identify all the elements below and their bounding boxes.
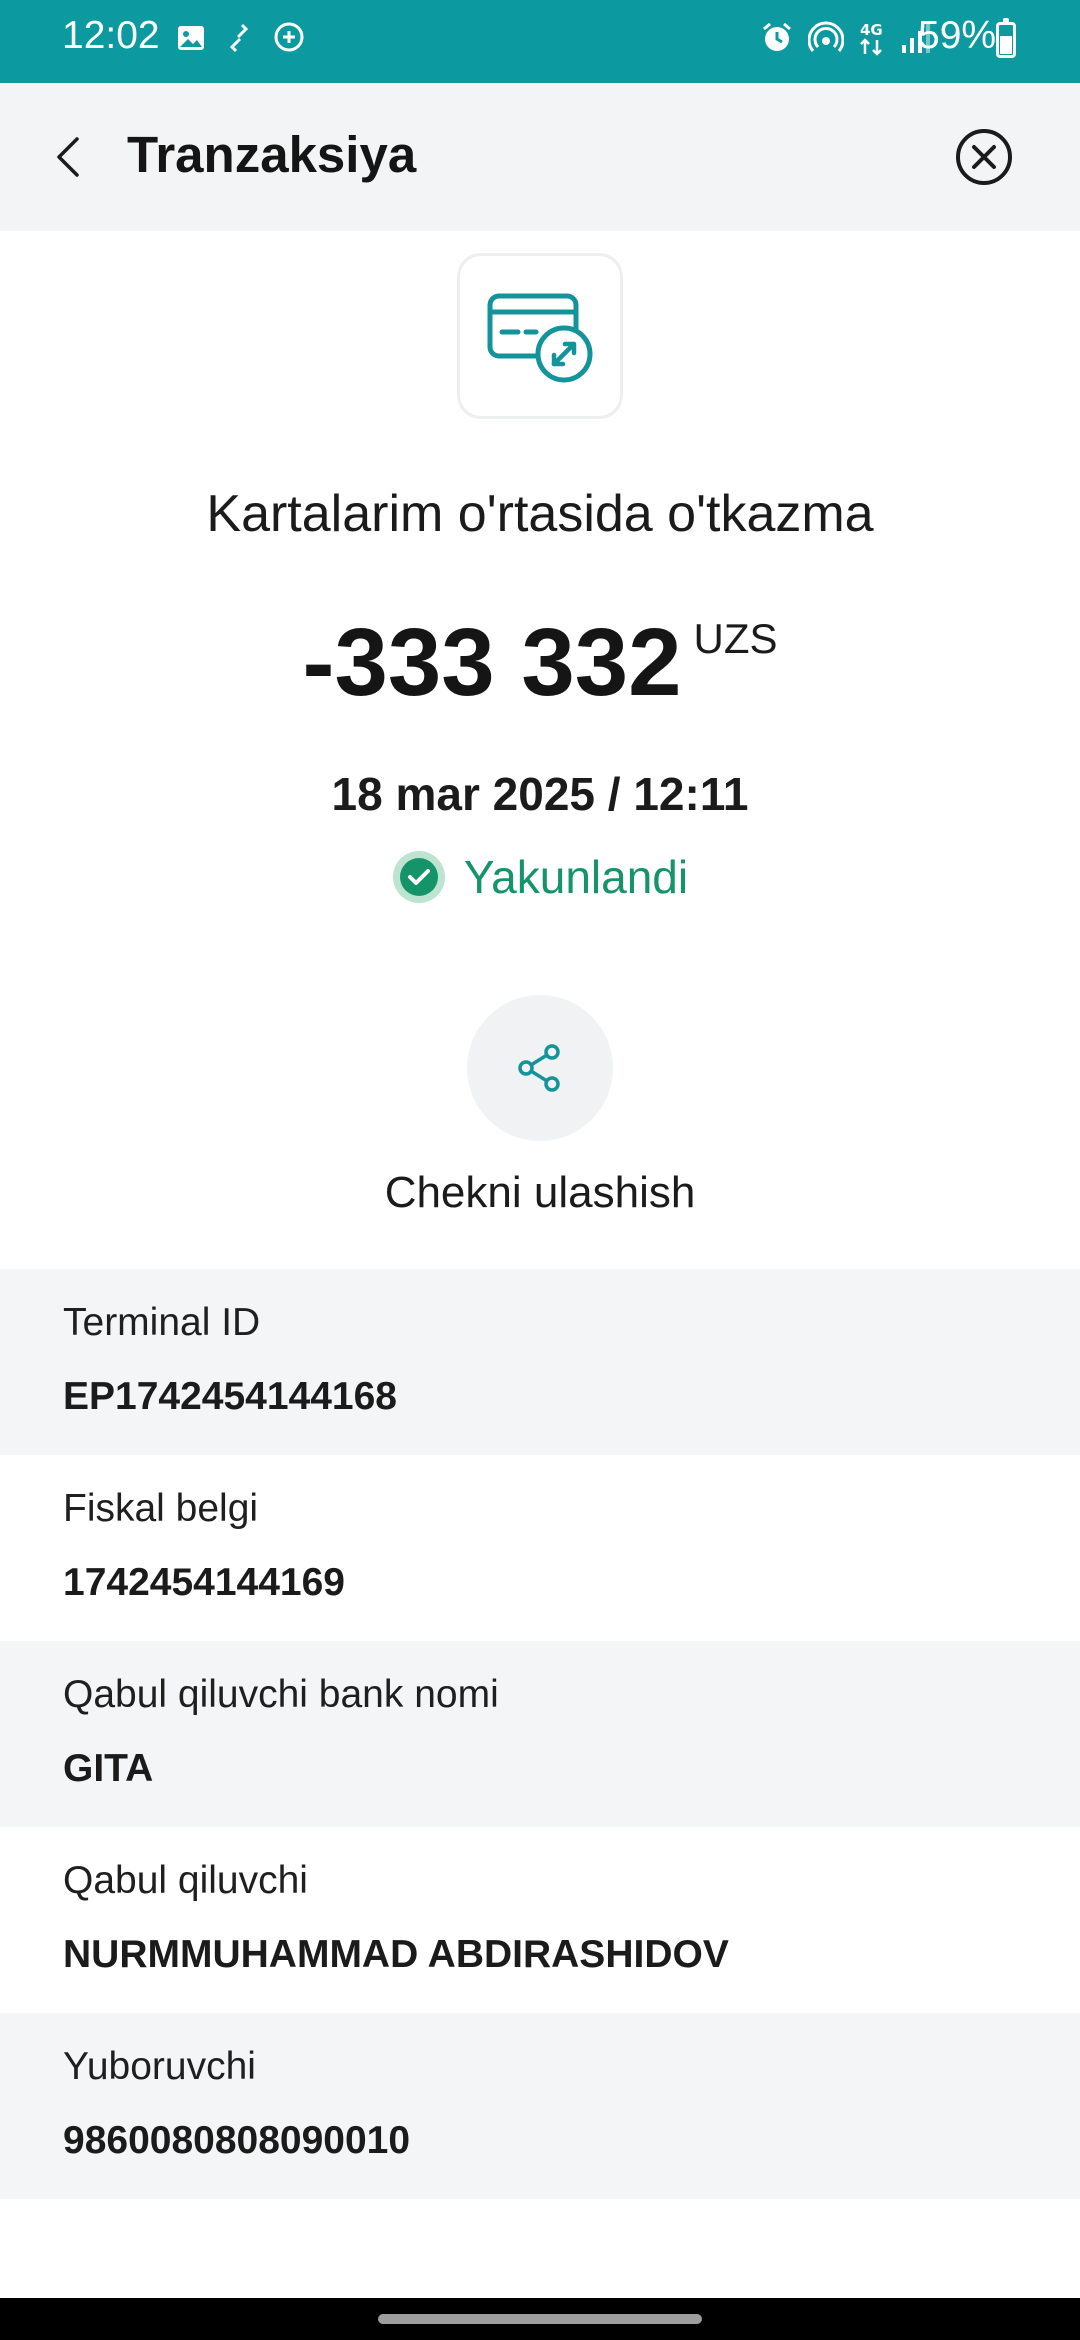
- detail-value: GITA: [63, 1747, 154, 1790]
- home-gesture-handle[interactable]: [378, 2314, 702, 2324]
- 4g-icon: 4G: [858, 20, 886, 61]
- detail-row-recipient-bank: Qabul qiluvchi bank nomi GITA: [0, 1641, 1080, 1827]
- transaction-type: Kartalarim o'rtasida o'tkazma: [206, 485, 874, 543]
- battery-icon: [996, 18, 1016, 58]
- detail-label: Qabul qiluvchi: [63, 1859, 308, 1902]
- status-bar: 12:02 4G 59%: [0, 0, 1080, 83]
- detail-row-terminal-id: Terminal ID EP1742454144168: [0, 1269, 1080, 1455]
- card-transfer-icon: [487, 293, 593, 383]
- system-nav-bar: [0, 2298, 1080, 2340]
- transaction-type-icon-box: [457, 253, 623, 419]
- status-text: Yakunlandi: [463, 851, 689, 903]
- share-icon: [518, 1044, 560, 1092]
- detail-value: NURMMUHAMMAD ABDIRASHIDOV: [63, 1933, 729, 1976]
- detail-value: 1742454144169: [63, 1561, 345, 1604]
- hotspot-icon: [807, 21, 845, 60]
- close-circle-icon: [956, 129, 1012, 185]
- app-header: Tranzaksiya: [0, 83, 1080, 231]
- page-title: Tranzaksiya: [127, 126, 417, 183]
- image-icon: [176, 23, 206, 58]
- currency-code: UZS: [693, 615, 778, 662]
- chevron-left-icon: [57, 137, 79, 177]
- alarm-icon: [760, 21, 794, 60]
- transaction-details: Terminal ID EP1742454144168 Fiskal belgi…: [0, 1269, 1080, 2199]
- detail-label: Fiskal belgi: [63, 1487, 259, 1530]
- amount-row: -333 332 UZS: [0, 608, 1080, 718]
- share-receipt-button[interactable]: [467, 995, 613, 1141]
- sync-icon: [228, 21, 250, 60]
- back-button[interactable]: [36, 125, 100, 189]
- status-time: 12:02: [62, 14, 160, 57]
- svg-text:4G: 4G: [860, 21, 883, 39]
- detail-row-sender: Yuboruvchi 9860080808090010: [0, 2013, 1080, 2199]
- chat-plus-icon: [272, 21, 306, 60]
- status-badge: Yakunlandi: [0, 850, 1080, 904]
- check-circle-icon: [392, 851, 445, 903]
- transaction-amount: -333 332: [302, 609, 682, 716]
- detail-label: Qabul qiluvchi bank nomi: [63, 1673, 499, 1716]
- transaction-date: 18 mar 2025 / 12:11: [331, 768, 749, 820]
- detail-label: Terminal ID: [63, 1301, 261, 1344]
- battery-percent: 59%: [918, 14, 997, 57]
- detail-label: Yuboruvchi: [63, 2045, 256, 2088]
- detail-row-fiscal-sign: Fiskal belgi 1742454144169: [0, 1455, 1080, 1641]
- close-button[interactable]: [952, 125, 1016, 189]
- share-receipt-label[interactable]: Chekni ulashish: [0, 1168, 1080, 1218]
- detail-value: 9860080808090010: [63, 2119, 411, 2162]
- detail-value: EP1742454144168: [63, 1375, 397, 1418]
- detail-row-recipient: Qabul qiluvchi NURMMUHAMMAD ABDIRASHIDOV: [0, 1827, 1080, 2013]
